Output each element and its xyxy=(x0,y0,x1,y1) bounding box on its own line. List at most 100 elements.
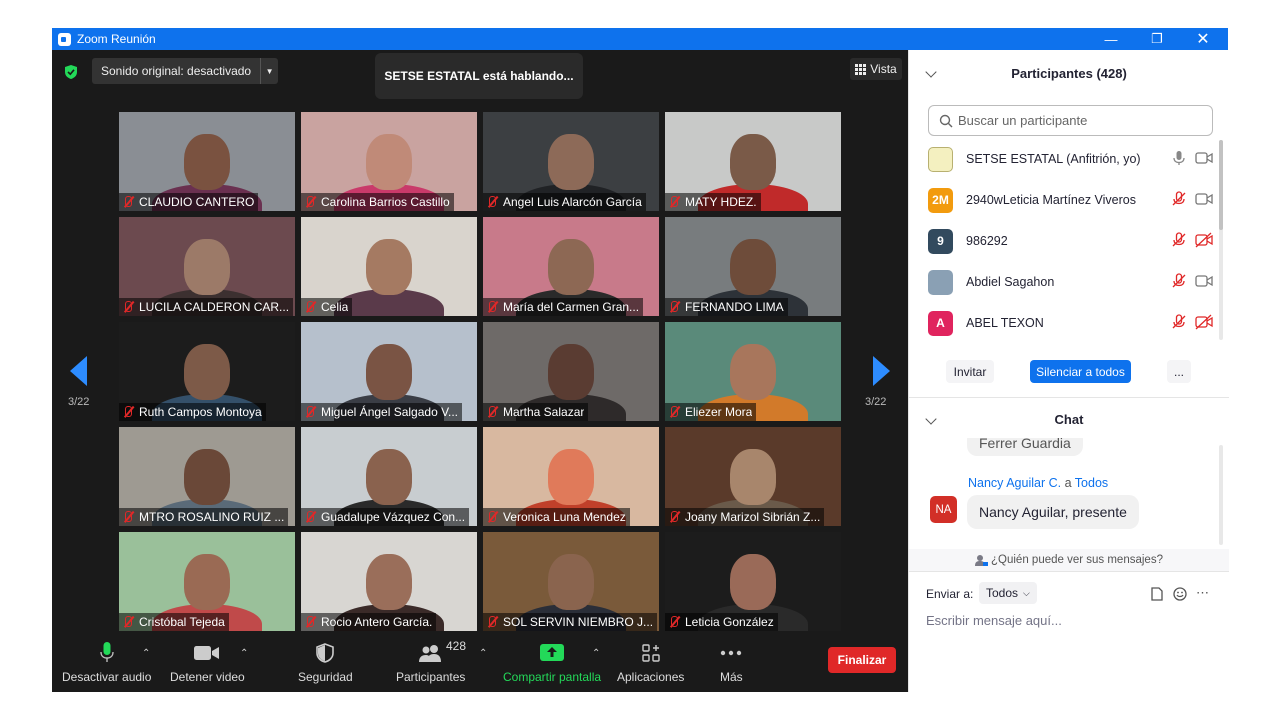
search-icon xyxy=(939,114,953,127)
active-speaker-banner: SETSE ESTATAL está hablando... xyxy=(375,53,583,99)
more-options-button[interactable]: ... xyxy=(1167,360,1191,383)
participant-name: Angel Luis Alarcón García xyxy=(503,195,642,209)
end-meeting-button[interactable]: Finalizar xyxy=(828,647,896,673)
muted-microphone-icon[interactable] xyxy=(1171,232,1187,248)
share-options-caret-icon[interactable]: ⌃ xyxy=(592,648,600,659)
video-tile[interactable]: Angel Luis Alarcón García xyxy=(483,112,659,211)
muted-microphone-icon[interactable] xyxy=(1171,191,1187,207)
video-camera-icon[interactable] xyxy=(1195,191,1213,207)
next-page-arrow-icon[interactable] xyxy=(872,356,890,386)
audio-options-caret-icon[interactable]: ⌃ xyxy=(142,648,150,659)
participant-search-input[interactable]: Buscar un participante xyxy=(928,105,1213,136)
side-panel: Participantes (428) Buscar un participan… xyxy=(908,50,1229,692)
video-camera-icon[interactable] xyxy=(1195,150,1213,166)
grid-icon xyxy=(855,63,867,75)
participant-list-item[interactable]: 2M 2940wLeticia Martínez Viveros xyxy=(928,187,1213,213)
video-tile[interactable]: FERNANDO LIMA xyxy=(665,217,841,316)
participant-status-icons xyxy=(1171,314,1213,330)
video-tile[interactable]: SOL SERVIN NIEMBRO J... xyxy=(483,532,659,631)
chat-visibility-info[interactable]: ¿Quién puede ver sus mensajes? xyxy=(909,549,1229,571)
panel-divider xyxy=(909,571,1229,572)
video-label: Detener video xyxy=(170,670,245,684)
participant-list-item[interactable]: 9 986292 xyxy=(928,228,1213,254)
microphone-icon[interactable] xyxy=(1171,150,1187,166)
muted-microphone-icon[interactable] xyxy=(1171,273,1187,289)
video-tile[interactable]: Leticia González xyxy=(665,532,841,631)
chat-recipient: Todos xyxy=(1074,476,1109,490)
video-tile[interactable]: MATY HDEZ. xyxy=(665,112,841,211)
more-label: Más xyxy=(720,670,743,684)
video-options-caret-icon[interactable]: ⌃ xyxy=(240,648,248,659)
video-tile[interactable]: María del Carmen Gran... xyxy=(483,217,659,316)
video-camera-icon[interactable] xyxy=(1195,273,1213,289)
file-icon[interactable] xyxy=(1151,587,1163,601)
participant-name: Leticia González xyxy=(685,615,774,629)
more-button[interactable]: Más xyxy=(720,640,743,684)
chat-message-input[interactable]: Escribir mensaje aquí... xyxy=(926,613,1216,633)
send-to-dropdown[interactable]: Todos ⌵ xyxy=(979,582,1037,604)
prev-page-arrow-icon[interactable] xyxy=(70,356,88,386)
chat-more-icon[interactable]: ⋯ xyxy=(1196,585,1209,601)
participant-list-item[interactable]: A ABEL TEXON xyxy=(928,310,1213,336)
video-tile[interactable]: Guadalupe Vázquez Con... xyxy=(301,427,477,526)
page-indicator-right: 3/22 xyxy=(865,396,887,408)
participant-list-scrollbar[interactable] xyxy=(1219,140,1223,340)
video-tile[interactable]: Miguel Ángel Salgado V... xyxy=(301,322,477,421)
video-tile[interactable]: Ruth Campos Montoya xyxy=(119,322,295,421)
video-tile[interactable]: CLAUDIO CANTERO xyxy=(119,112,295,211)
video-tile[interactable]: Cristóbal Tejeda xyxy=(119,532,295,631)
participant-face xyxy=(548,239,594,295)
original-sound-dropdown[interactable]: Sonido original: desactivado ▼ xyxy=(92,58,279,84)
close-button[interactable]: ✕ xyxy=(1180,28,1226,50)
security-button[interactable]: Seguridad xyxy=(298,640,353,684)
participant-face xyxy=(730,134,776,190)
participant-face xyxy=(366,134,412,190)
participants-options-caret-icon[interactable]: ⌃ xyxy=(479,648,487,659)
participant-status-icons xyxy=(1171,150,1213,166)
shield-check-icon[interactable] xyxy=(64,64,78,80)
video-tile[interactable]: Veronica Luna Mendez xyxy=(483,427,659,526)
participant-list-item[interactable]: Abdiel Sagahon xyxy=(928,269,1213,295)
video-tile[interactable]: Joany Marizol Sibrián Z... xyxy=(665,427,841,526)
minimize-button[interactable]: — xyxy=(1088,28,1134,50)
video-off-icon[interactable] xyxy=(1195,232,1213,248)
muted-microphone-icon xyxy=(121,300,135,314)
participant-name: CLAUDIO CANTERO xyxy=(139,195,255,209)
muted-microphone-icon xyxy=(667,510,681,524)
participant-name: LUCILA CALDERON CAR... xyxy=(139,300,290,314)
participant-face xyxy=(184,134,230,190)
share-screen-button[interactable]: Compartir pantalla xyxy=(503,640,601,684)
video-tile[interactable]: Carolina Barrios Castillo xyxy=(301,112,477,211)
chat-sender[interactable]: Nancy Aguilar C. xyxy=(968,476,1061,490)
apps-button[interactable]: Aplicaciones xyxy=(617,640,684,684)
participant-status-icons xyxy=(1171,191,1213,207)
apps-icon xyxy=(641,644,660,662)
video-tile[interactable]: MTRO ROSALINO RUIZ ... xyxy=(119,427,295,526)
muted-microphone-icon xyxy=(303,195,317,209)
chat-scrollbar[interactable] xyxy=(1219,445,1223,545)
video-tile[interactable]: LUCILA CALDERON CAR... xyxy=(119,217,295,316)
participant-list-item[interactable]: SETSE ESTATAL (Anfitrión, yo) xyxy=(928,146,1213,172)
mute-all-button[interactable]: Silenciar a todos xyxy=(1030,360,1131,383)
invite-button[interactable]: Invitar xyxy=(946,360,994,383)
restore-button[interactable]: ❐ xyxy=(1134,28,1180,50)
video-off-icon[interactable] xyxy=(1195,314,1213,330)
share-screen-label: Compartir pantalla xyxy=(503,670,602,684)
participant-face xyxy=(184,344,230,400)
participants-icon xyxy=(418,645,441,662)
video-tile[interactable]: Martha Salazar xyxy=(483,322,659,421)
emoji-icon[interactable] xyxy=(1173,587,1187,601)
video-tile[interactable]: Eliezer Mora xyxy=(665,322,841,421)
person-lock-icon xyxy=(975,554,989,566)
participant-name-label: CLAUDIO CANTERO xyxy=(119,193,259,211)
video-tile[interactable]: Celia xyxy=(301,217,477,316)
participant-face xyxy=(548,134,594,190)
view-button[interactable]: Vista xyxy=(850,58,902,80)
send-to-label: Enviar a: xyxy=(926,587,974,601)
chevron-down-icon[interactable]: ▼ xyxy=(260,58,278,84)
stop-video-button[interactable]: Detener video xyxy=(170,640,245,684)
muted-microphone-icon[interactable] xyxy=(1171,314,1187,330)
mute-button[interactable]: Desactivar audio xyxy=(62,640,151,684)
video-tile[interactable]: Rocio Antero García. xyxy=(301,532,477,631)
participant-face xyxy=(730,554,776,610)
